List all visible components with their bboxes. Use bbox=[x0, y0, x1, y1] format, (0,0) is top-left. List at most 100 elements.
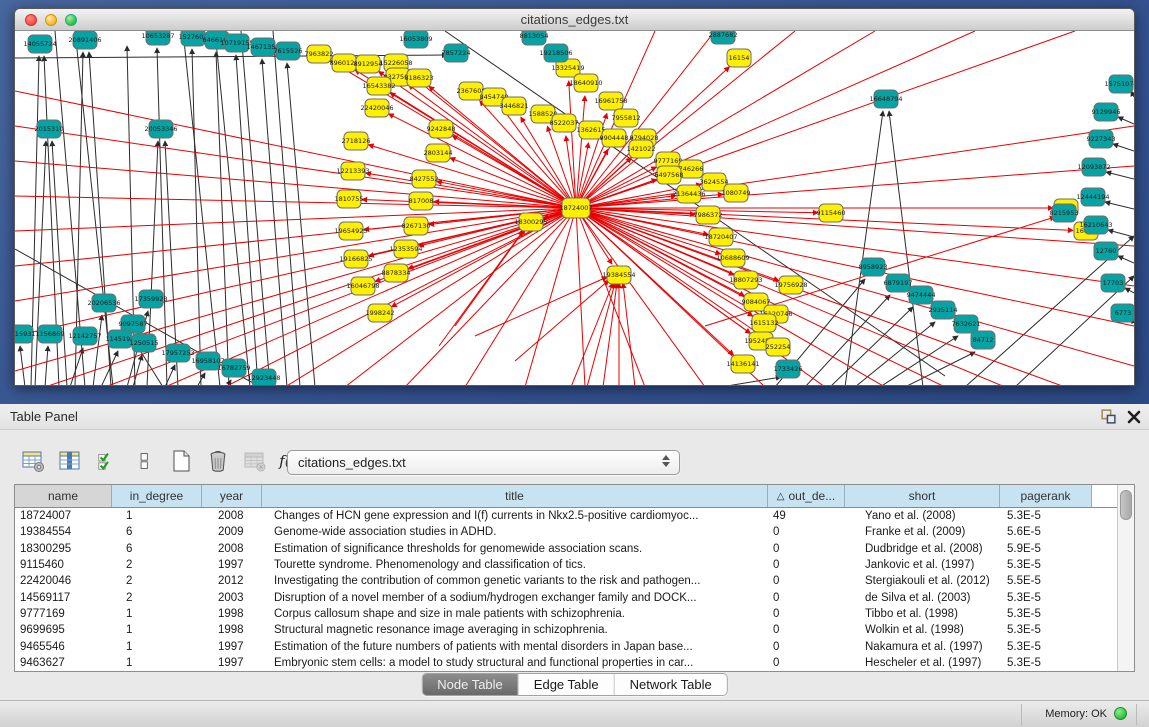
delete-table-icon[interactable] bbox=[205, 448, 231, 474]
teal-node-12142757[interactable]: 12142757 bbox=[68, 327, 101, 345]
teal-node-7857224[interactable]: 7857224 bbox=[442, 44, 471, 62]
edge[interactable] bbox=[1108, 230, 1134, 237]
edge[interactable] bbox=[1113, 144, 1134, 151]
citation-network-graph[interactable]: 1872400718300295193845542242004627181261… bbox=[15, 31, 1134, 385]
yellow-node-16154[interactable]: 16154 bbox=[727, 49, 751, 67]
edge[interactable] bbox=[455, 229, 525, 326]
yellow-node-9904448[interactable]: 9904448 bbox=[600, 129, 629, 147]
edge[interactable] bbox=[855, 322, 935, 385]
yellow-node-1810755[interactable]: 1810755 bbox=[335, 190, 364, 208]
tab-network-table[interactable]: Network Table bbox=[615, 674, 727, 695]
yellow-node-7986372[interactable]: 7986372 bbox=[694, 206, 723, 224]
yellow-node-1998242[interactable]: 1998242 bbox=[366, 304, 395, 322]
yellow-node-16543382[interactable]: 16543382 bbox=[362, 77, 395, 95]
column-header-out-degree[interactable]: △ out_de... bbox=[768, 485, 845, 507]
yellow-node-6497568[interactable]: 6497568 bbox=[655, 166, 684, 184]
yellow-node-19166825[interactable]: 19166825 bbox=[339, 250, 372, 268]
table-row[interactable]: 1872400712008Changes of HCN gene express… bbox=[15, 508, 1117, 524]
edge[interactable] bbox=[20, 346, 25, 385]
teal-node-16053809[interactable]: 16053809 bbox=[399, 31, 432, 48]
teal-node-8215953[interactable]: 8215953 bbox=[1050, 204, 1079, 222]
yellow-node-8912954[interactable]: 8912954 bbox=[354, 55, 383, 73]
teal-node-12444194[interactable]: 12444194 bbox=[1076, 188, 1109, 206]
edge[interactable] bbox=[215, 31, 250, 385]
yellow-node-9242848[interactable]: 9242848 bbox=[427, 120, 456, 138]
edge[interactable] bbox=[1106, 172, 1134, 179]
column-header-short[interactable]: short bbox=[845, 485, 1000, 507]
teal-node-6773[interactable]: 6773 bbox=[1111, 304, 1134, 322]
edge[interactable] bbox=[165, 208, 576, 385]
table-row[interactable]: 946554611997Estimation of the future num… bbox=[15, 638, 1117, 654]
edge[interactable] bbox=[52, 141, 67, 385]
yellow-node-12353594[interactable]: 12353594 bbox=[389, 240, 422, 258]
yellow-node-9115460[interactable]: 9115460 bbox=[817, 204, 846, 222]
table-row[interactable]: 911546021997Tourette syndrome. Phenomeno… bbox=[15, 557, 1117, 573]
yellow-node-2718126[interactable]: 2718126 bbox=[342, 132, 371, 150]
teal-node-20206536[interactable]: 20206536 bbox=[87, 294, 120, 312]
teal-node-19218506[interactable]: 19218506 bbox=[539, 44, 572, 62]
tab-node-table[interactable]: Node Table bbox=[422, 674, 519, 695]
edge[interactable] bbox=[285, 208, 576, 385]
teal-node-84712[interactable]: 84712 bbox=[971, 331, 995, 349]
edge[interactable] bbox=[225, 208, 576, 385]
teal-node-2887682[interactable]: 2887682 bbox=[709, 31, 738, 44]
select-columns-icon[interactable] bbox=[94, 448, 120, 474]
teal-node-17359928[interactable]: 17359928 bbox=[134, 290, 167, 308]
table-row[interactable]: 946362711997Embryonic stem cells: a mode… bbox=[15, 655, 1117, 671]
teal-node-2015310[interactable]: 2015310 bbox=[35, 120, 64, 138]
edge[interactable] bbox=[1118, 256, 1134, 263]
edge[interactable] bbox=[93, 315, 102, 385]
teal-node-17703[interactable]: 17703 bbox=[1101, 274, 1125, 292]
table-row[interactable]: 969969511998Structural magnetic resonanc… bbox=[15, 622, 1117, 638]
edge[interactable] bbox=[576, 208, 645, 385]
column-header-pagerank[interactable]: pagerank bbox=[1000, 485, 1092, 507]
edge[interactable] bbox=[889, 111, 923, 385]
yellow-node-1080749[interactable]: 1080749 bbox=[722, 184, 751, 202]
tab-edge-table[interactable]: Edge Table bbox=[519, 674, 615, 695]
edge[interactable] bbox=[576, 31, 715, 208]
yellow-node-817008[interactable]: 817008 bbox=[409, 192, 434, 210]
teal-node-2935114[interactable]: 2935114 bbox=[929, 301, 958, 319]
yellow-node-1421022[interactable]: 1421022 bbox=[627, 140, 656, 158]
teal-node-8958923[interactable]: 8958923 bbox=[859, 258, 888, 276]
teal-node-7615526[interactable]: 7615526 bbox=[274, 42, 303, 60]
teal-node-9129946[interactable]: 9129946 bbox=[1092, 103, 1121, 121]
table-row[interactable]: 977716911998Corpus callosum shape and si… bbox=[15, 606, 1117, 622]
yellow-node-2803144[interactable]: 2803144 bbox=[424, 144, 453, 162]
yellow-node-1615132[interactable]: 1615132 bbox=[750, 314, 779, 332]
teal-node-6879197[interactable]: 6879197 bbox=[884, 274, 913, 292]
scrollbar-thumb[interactable] bbox=[1120, 490, 1132, 520]
yellow-node-22420046[interactable]: 22420046 bbox=[360, 99, 393, 117]
yellow-node-8186323[interactable]: 8186323 bbox=[405, 69, 434, 87]
teal-node-14055724[interactable]: 14055724 bbox=[23, 35, 56, 53]
edge[interactable] bbox=[287, 63, 315, 385]
network-canvas[interactable]: 1872400718300295193845542242004627181261… bbox=[15, 31, 1134, 385]
yellow-node-19384554[interactable]: 19384554 bbox=[602, 266, 635, 284]
close-panel-icon[interactable] bbox=[1127, 410, 1141, 429]
column-header-name[interactable]: name bbox=[15, 485, 112, 507]
yellow-node-19756928[interactable]: 19756928 bbox=[774, 276, 807, 294]
yellow-node-18640910[interactable]: 18640910 bbox=[569, 74, 602, 92]
yellow-node-16961758[interactable]: 16961758 bbox=[594, 92, 627, 110]
yellow-node-8522037[interactable]: 8522037 bbox=[550, 114, 579, 132]
window-titlebar[interactable]: citations_edges.txt bbox=[15, 9, 1134, 31]
column-header-in-degree[interactable]: in_degree bbox=[112, 485, 202, 507]
yellow-node-18720407[interactable]: 18720407 bbox=[704, 228, 737, 246]
yellow-node-12213393[interactable]: 12213393 bbox=[336, 162, 369, 180]
edge[interactable] bbox=[576, 208, 585, 385]
yellow-node-10688609[interactable]: 10688609 bbox=[716, 249, 749, 267]
teal-node-9227343[interactable]: 9227343 bbox=[1087, 130, 1116, 148]
edge[interactable] bbox=[721, 377, 781, 385]
edge[interactable] bbox=[515, 280, 609, 361]
table-source-dropdown[interactable]: citations_edges.txt bbox=[287, 450, 680, 475]
teal-node-16782759[interactable]: 16782759 bbox=[217, 359, 250, 377]
edge[interactable] bbox=[576, 208, 1134, 286]
yellow-node-7955812[interactable]: 7955812 bbox=[612, 109, 641, 127]
edge[interactable] bbox=[241, 31, 270, 385]
column-header-title[interactable]: title bbox=[262, 485, 768, 507]
yellow-node-18807293[interactable]: 18807293 bbox=[729, 271, 762, 289]
edge[interactable] bbox=[566, 136, 576, 208]
edge[interactable] bbox=[183, 31, 220, 385]
stacked-rows-icon[interactable] bbox=[131, 448, 157, 474]
teal-node-7632621[interactable]: 7632621 bbox=[952, 315, 981, 333]
